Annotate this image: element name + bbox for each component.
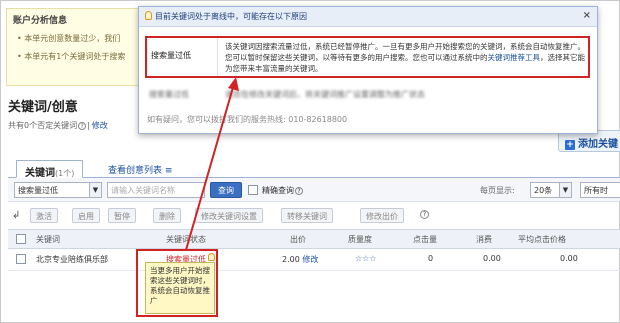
negative-keyword-line: 共有0个否定关键词? | 修改 [8,121,108,130]
exact-query-label: 精确查询? [262,185,303,196]
help-icon[interactable]: ? [420,210,429,219]
add-keyword-label: 添加关键 [578,139,618,150]
blurred-reason-key: 搜索量过低 [149,90,189,99]
tab-keywords[interactable]: 关键词(1个) [16,160,84,179]
col-avg-cpc: 平均点击价格 [518,235,566,244]
exact-query-checkbox[interactable] [248,185,258,195]
section-title: 关键词/创意 [8,100,78,115]
help-icon[interactable]: ? [78,122,87,130]
bid-edit-link[interactable]: 修改 [302,255,318,264]
chevron-down-icon: ▼ [89,183,101,197]
table-header: 关键词 关键词状态 出价 质量度 点击量 消费 平均点击价格 [8,229,620,249]
close-icon[interactable]: × [583,10,591,21]
activate-button[interactable]: 激活 [30,208,58,223]
time-range-value: 所有时 [584,186,608,195]
keyword-cell: 北京专业陪练俱乐部 [36,255,108,264]
per-page-select[interactable]: 20条 ▼ [530,182,572,198]
bulb-icon [145,11,152,20]
table-row: 北京专业陪练俱乐部 搜索量过低 2.00 修改 ☆☆☆ 0 0.00 0.00 [8,249,620,271]
query-button[interactable]: 查询 [210,182,242,198]
status-filter-value: 搜索量过低 [18,186,58,195]
tab-view-creatives-label: 查看创意列表 [108,166,163,176]
service-hotline: 如有疑问，您可以拨打我们的服务热线: 010-82618800 [147,115,348,124]
tab-bar: 关键词(1个) 查看创意列表 ≡ [8,158,620,179]
popup-title: 目前关键词处于离线中，可能存在以下原因 [155,12,307,21]
col-quality: 质量度 [348,235,372,244]
bid-cell: 2.00 修改 [282,254,318,265]
status-filter-select[interactable]: 搜索量过低 ▼ [14,182,102,198]
col-bid: 出价 [290,235,306,244]
reason-text: 该关键词因搜索流量过低，系统已经暂停推广。一旦有更多用户开始搜索您的关键词，系统… [225,42,585,73]
enable-button[interactable]: 启用 [72,208,100,223]
popup-header: 目前关键词处于离线中，可能存在以下原因 [139,7,597,27]
status-highlight-box [136,249,218,317]
edit-keyword-settings-button[interactable]: 修改关键词设置 [195,208,263,223]
reason-box: 搜索量过低 该关键词因搜索流量过低，系统已经暂停推广。一旦有更多用户开始搜索您的… [145,36,590,78]
transfer-keyword-button[interactable]: 转移关键词 [281,208,333,223]
negative-keyword-edit-link[interactable]: 修改 [92,121,108,130]
reason-key: 搜索量过低 [151,51,191,60]
blurred-reason-row: 搜索量过低 请您在修改关键词后，将关键词推广设置调整为推广状态 [145,87,590,101]
per-page-value: 20条 [534,186,553,195]
keyword-tool-link[interactable]: 关键词推荐工具 [488,53,541,62]
time-range-select[interactable]: 所有时 [580,182,620,198]
col-keyword: 关键词 [36,235,60,244]
delete-button[interactable]: 删除 [153,208,181,223]
chevron-down-icon: ▼ [559,183,571,197]
blurred-reason-text: 请您在修改关键词后，将关键词推广设置调整为推广状态 [225,90,425,99]
bulb-icon[interactable] [208,253,215,261]
plus-icon: + [565,140,575,150]
filter-bar: 搜索量过低 ▼ 请输入关键词名称 查询 精确查询? 每页显示: 20条 ▼ 所有时 [8,178,620,202]
row-checkbox[interactable] [16,254,26,264]
help-icon[interactable]: ? [295,187,303,195]
negative-keyword-count: 共有0个否定关键词 [8,121,78,130]
col-cost: 消费 [476,235,492,244]
per-page-label: 每页显示: [480,186,515,195]
offline-reason-popup: 目前关键词处于离线中，可能存在以下原因 × 搜索量过低 该关键词因搜索流量过低，… [138,6,598,134]
tab-view-creatives[interactable]: 查看创意列表 ≡ [100,160,180,178]
keyword-search-input[interactable]: 请输入关键词名称 [107,182,205,198]
clicks-cell: 0 [428,254,434,263]
keyword-action-bar: ↲ 激活 启用 暂停 删除 修改关键词设置 转移关键词 修改出价 ? [8,206,620,226]
col-clicks: 点击量 [413,235,437,244]
bid-value: 2.00 [282,255,300,264]
edit-bid-button[interactable]: 修改出价 [360,208,404,223]
pause-button[interactable]: 暂停 [108,208,136,223]
return-arrow-icon: ↲ [12,210,21,221]
list-icon: ≡ [164,166,173,176]
quality-stars: ☆☆☆ [355,254,377,263]
select-all-checkbox[interactable] [16,234,26,244]
avg-cpc-cell: 0.00 [560,254,578,263]
reason-divider [217,38,218,76]
col-status: 关键词状态 [166,235,206,244]
tab-keywords-count: (1个) [55,169,75,178]
cost-cell: 0.00 [483,254,501,263]
